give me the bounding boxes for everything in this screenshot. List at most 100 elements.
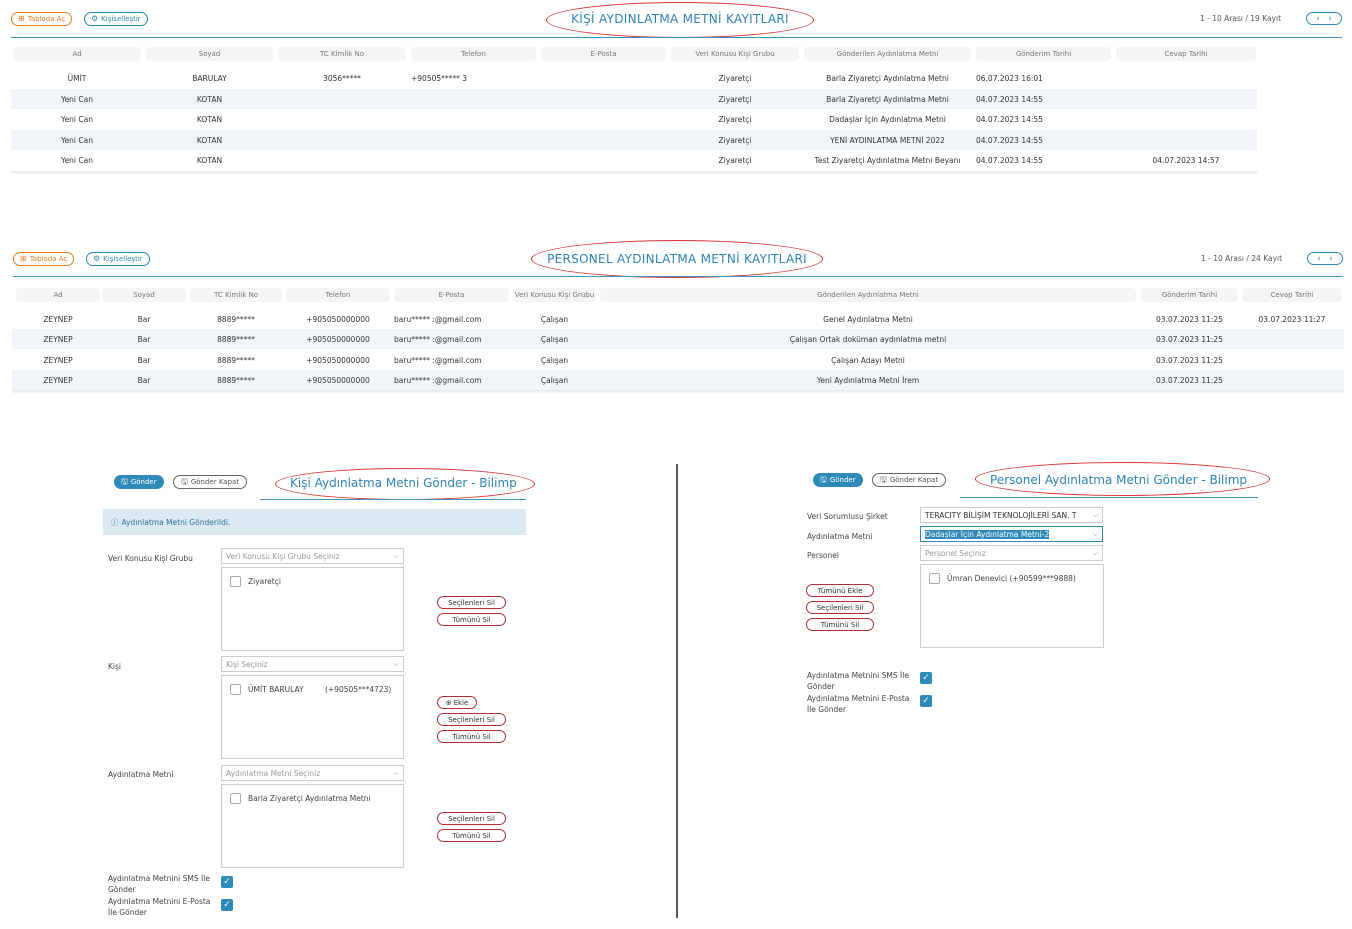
column-header[interactable]: Gönderilen Aydınlatma Metni xyxy=(804,47,971,61)
chevron-right-icon[interactable]: › xyxy=(1329,254,1333,264)
table-cell: Bar xyxy=(137,315,151,324)
open-in-table-button[interactable]: ⊞ Tabloda Aç xyxy=(11,12,73,26)
column-header[interactable]: Gönderim Tarihi xyxy=(1141,288,1238,302)
table-cell: Yeni Can xyxy=(60,115,93,124)
table-cell: Bar xyxy=(137,375,151,385)
remove-selected-button[interactable]: Seçilenleri Sil xyxy=(806,601,874,614)
chevron-left-icon[interactable]: ‹ xyxy=(1317,254,1321,264)
column-header[interactable]: Cevap Tarihi xyxy=(1242,288,1342,302)
remove-all-button[interactable]: Tümünü Sil xyxy=(437,829,506,842)
checkbox[interactable] xyxy=(230,576,241,587)
table-cell: Yeni Aydınlatma Metni İrem xyxy=(816,375,920,385)
checkbox[interactable] xyxy=(230,684,241,695)
column-header[interactable]: Ad xyxy=(13,47,141,61)
sms-checkbox[interactable]: ✓ xyxy=(221,876,233,888)
table-cell: Çalışan xyxy=(540,315,569,324)
person-select[interactable]: Kişi Seçiniz ⌵ xyxy=(221,656,404,672)
table-cell: YENİ AYDINLATMA METNİ 2022 xyxy=(830,135,945,145)
table-cell: Ziyaretçi xyxy=(718,94,752,104)
person-phone: (+90505***4723) xyxy=(325,685,392,694)
send-button[interactable]: 🖫 Gönder xyxy=(813,473,863,487)
column-header[interactable]: Veri Konusu Kişi Grubu xyxy=(671,47,799,61)
text-listbox[interactable]: Barla Ziyaretçi Aydınlatma Metni xyxy=(221,784,404,868)
table-cell: +90505***** 3 xyxy=(411,74,468,83)
add-button[interactable]: ⊕ Ekle xyxy=(437,696,477,709)
column-header[interactable]: Gönderilen Aydınlatma Metni xyxy=(600,288,1136,302)
group-listbox[interactable]: Ziyaretçi xyxy=(221,567,404,651)
column-header[interactable]: Cevap Tarihi xyxy=(1116,47,1256,61)
company-select[interactable]: TERACITY BİLİŞİM TEKNOLOJİLERİ SAN. T ⌵ xyxy=(920,507,1103,523)
sms-label: Aydınlatma Metnini SMS İle Gönder xyxy=(108,874,210,894)
table-cell: 8889***** xyxy=(217,335,255,345)
column-header[interactable]: Soyad xyxy=(102,288,186,302)
customize-button[interactable]: ⚙ Kişiselleştir xyxy=(84,12,148,26)
save-icon: 🖫 xyxy=(880,475,887,484)
column-header[interactable]: TC Kimlik No xyxy=(278,47,406,61)
table-row[interactable]: ZEYNEP Bar 8889***** +905050000000 baru*****… xyxy=(12,369,1344,390)
column-header[interactable]: Ad xyxy=(16,288,100,302)
personnel-select[interactable]: Personel Seçiniz ⌵ xyxy=(920,545,1103,561)
send-close-button[interactable]: 🖫 Gönder Kapat xyxy=(872,473,947,487)
table-cell: 04.07.2023 14:55 xyxy=(976,135,1043,145)
chevron-right-icon[interactable]: › xyxy=(1328,14,1332,24)
column-header[interactable]: E-Posta xyxy=(394,288,509,302)
table-cell: 3056***** xyxy=(323,74,361,83)
table-cell: Test Ziyaretçi Aydınlatma Metni Beyanı xyxy=(814,156,961,165)
table-cell: baru***** :@gmail.com xyxy=(394,375,482,385)
table-cell: Ziyaretçi xyxy=(718,135,752,145)
table-cell: Çalışan xyxy=(540,335,569,345)
table-cell: ZEYNEP xyxy=(43,375,73,385)
checkbox[interactable] xyxy=(230,793,241,804)
column-header[interactable]: Telefon xyxy=(286,288,390,302)
remove-all-button[interactable]: Tümünü Sil xyxy=(806,618,874,631)
table-row[interactable]: ZEYNEP Bar 8889***** +905050000000 baru*****… xyxy=(12,309,1344,329)
table-cell: 03.07.2023 11:25 xyxy=(1156,315,1223,324)
chevron-left-icon[interactable]: ‹ xyxy=(1316,14,1320,24)
table-cell: Dadaşlar İçin Aydınlatma Metni xyxy=(829,115,946,124)
table-row[interactable]: Yeni Can KOTAN Ziyaretçi YENİ AYDINLATMA ME… xyxy=(11,129,1257,150)
table-cell: Yeni Can xyxy=(60,94,93,104)
table-row[interactable]: Yeni Can KOTAN Ziyaretçi Test Ziyaretçi Ayd… xyxy=(11,150,1257,170)
remove-selected-button[interactable]: Seçilenleri Sil xyxy=(437,596,506,609)
form-title: Kişi Aydınlatma Metni Gönder - Bilimp xyxy=(290,476,517,490)
text-select[interactable]: Dadaşlar İçin Aydınlatma Metni-2 ⌵ xyxy=(920,526,1103,542)
column-header[interactable]: Gönderim Tarihi xyxy=(976,47,1111,61)
send-close-button[interactable]: 🖫 Gönder Kapat xyxy=(173,475,248,489)
remove-selected-button[interactable]: Seçilenleri Sil xyxy=(437,713,506,726)
column-header[interactable]: E-Posta xyxy=(541,47,666,61)
list-item: Barla Ziyaretçi Aydınlatma Metni xyxy=(248,794,371,803)
email-checkbox[interactable]: ✓ xyxy=(221,899,233,911)
table-cell: 8889***** xyxy=(217,355,255,365)
table-cell: KOTAN xyxy=(196,94,223,104)
open-in-table-button[interactable]: ⊞ Tabloda Aç xyxy=(13,252,75,266)
table-cell: Barla Ziyaretçi Aydınlatma Metni xyxy=(826,74,949,83)
pager-buttons[interactable]: ‹ › xyxy=(1306,12,1342,25)
add-all-button[interactable]: Tümünü Ekle xyxy=(806,584,874,597)
sms-checkbox[interactable]: ✓ xyxy=(920,672,932,684)
check-icon: ✓ xyxy=(223,900,231,910)
table-row[interactable]: Yeni Can KOTAN Ziyaretçi Dadaşlar İçin Aydı… xyxy=(11,109,1257,129)
customize-button[interactable]: ⚙ Kişiselleştir xyxy=(86,252,150,266)
remove-selected-button[interactable]: Seçilenleri Sil xyxy=(437,812,506,825)
table-row[interactable]: ÜMİT BARULAY 3056***** +90505***** 3 Ziyaret… xyxy=(11,68,1257,88)
send-button[interactable]: 🖫 Gönder xyxy=(114,475,164,489)
personnel-listbox[interactable]: Ümran Denevici (+90599***9888) xyxy=(920,564,1104,648)
column-header[interactable]: Soyad xyxy=(146,47,273,61)
group-select[interactable]: Veri Konusu Kişi Grubu Seçiniz ⌵ xyxy=(221,548,404,564)
table-row[interactable]: ZEYNEP Bar 8889***** +905050000000 baru*****… xyxy=(12,329,1344,350)
table-row[interactable]: ZEYNEP Bar 8889***** +905050000000 baru*****… xyxy=(12,350,1344,370)
checkbox[interactable] xyxy=(929,573,940,584)
plus-circle-icon: ⊕ xyxy=(445,698,452,707)
column-header[interactable]: Telefon xyxy=(411,47,536,61)
text-select[interactable]: Aydınlatma Metni Seçiniz ⌵ xyxy=(221,765,404,781)
column-header[interactable]: TC Kimlik No xyxy=(190,288,282,302)
table-row[interactable]: Yeni Can KOTAN Ziyaretçi Barla Ziyaretçi Ay… xyxy=(11,88,1257,109)
remove-all-button[interactable]: Tümünü Sil xyxy=(437,730,506,743)
pager-buttons[interactable]: ‹ › xyxy=(1307,252,1343,265)
table-cell: KOTAN xyxy=(196,156,223,165)
person-listbox[interactable]: ÜMİT BARULAY (+90505***4723) xyxy=(221,675,404,759)
column-header[interactable]: Veri Konusu Kişi Grubu xyxy=(513,288,596,302)
divider xyxy=(11,37,1342,38)
email-checkbox[interactable]: ✓ xyxy=(920,695,932,707)
remove-all-button[interactable]: Tümünü Sil xyxy=(437,613,506,626)
